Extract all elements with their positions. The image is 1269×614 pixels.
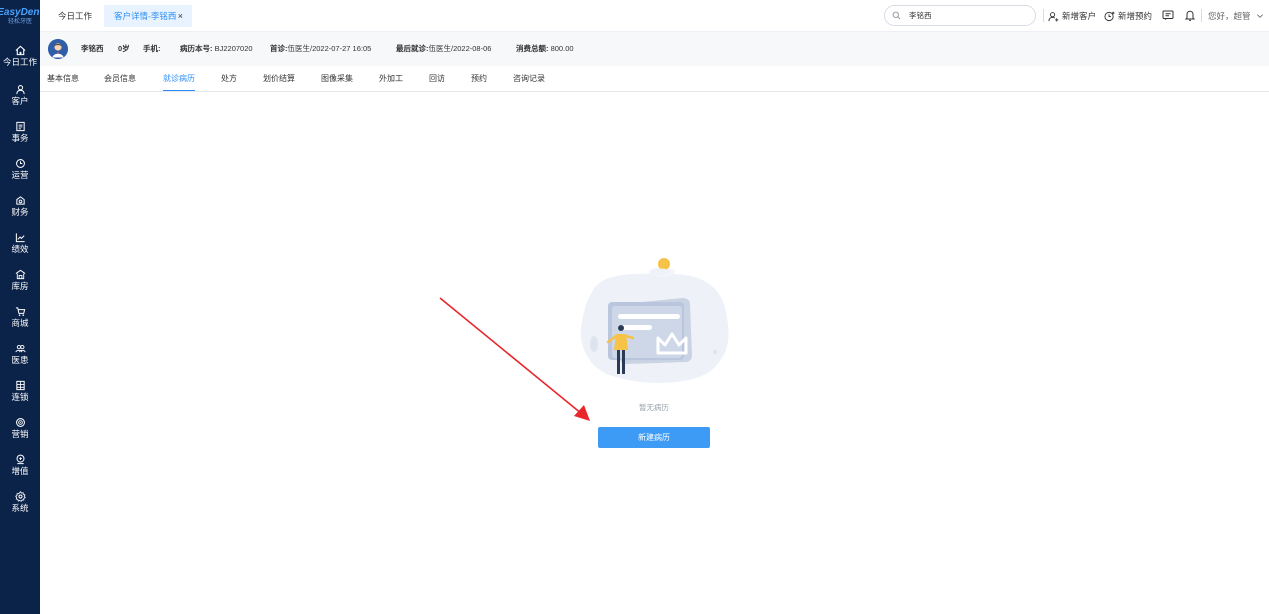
tab-member-info[interactable]: 会员信息 [104,66,136,92]
new-record-button[interactable]: 新建病历 [598,427,710,448]
sidebar-item-mall[interactable]: 商城 [0,304,40,338]
tab-prescription[interactable]: 处方 [221,66,237,92]
brand-subtitle: 轻松牙医 [7,18,32,25]
patient-avatar-icon [48,39,68,59]
patient-phone: 手机: [143,44,161,53]
sidebar-item-doctor-patient[interactable]: 医患 [0,341,40,375]
chain-icon [15,380,25,391]
sidebar-item-label: 商城 [11,318,29,328]
warehouse-icon [15,269,25,280]
tab-consultation[interactable]: 咨询记录 [513,66,545,92]
tab-follow-up[interactable]: 回访 [429,66,445,92]
patient-total-spend: 消费总额: 800.00 [516,44,574,53]
add-appointment-label: 新增预约 [1118,11,1153,21]
task-icon [15,121,25,132]
divider [1043,9,1044,22]
tab-billing[interactable]: 划价结算 [263,66,295,92]
search-icon [892,11,901,20]
record-tabs: 基本信息 会员信息 就诊病历 处方 划价结算 图像采集 外加工 回访 预约 咨询… [40,66,1269,92]
sidebar-item-label: 营销 [11,429,29,439]
bell-icon[interactable] [1184,9,1196,22]
avatar [48,39,68,59]
finance-icon [15,196,25,205]
sidebar-item-label: 绩效 [11,244,29,254]
add-customer-button[interactable]: 新增客户 [1048,9,1096,23]
tab-customer-detail-label: 客户详情-李铭西 [114,11,177,21]
sidebar-item-system[interactable]: 系统 [0,489,40,523]
cart-icon [15,307,25,316]
sidebar: EasyDent 轻松牙医 今日工作 客户 事务 运营 财务 绩效 库房 商城 … [0,0,43,614]
add-customer-label: 新增客户 [1062,11,1097,21]
sidebar-item-chain[interactable]: 连锁 [0,378,40,412]
brand-name: EasyDent [0,6,43,18]
message-icon[interactable] [1162,9,1174,22]
value-added-icon [16,454,24,465]
sidebar-item-performance[interactable]: 绩效 [0,230,40,264]
user-icon [15,85,25,95]
marketing-icon [15,418,25,427]
add-appointment-icon [1104,11,1115,21]
user-menu[interactable]: 您好，超管 [1208,9,1267,23]
sidebar-item-today[interactable]: 今日工作 [0,43,40,77]
tab-today-work[interactable]: 今日工作 [48,5,102,27]
tab-image-capture[interactable]: 图像采集 [321,66,353,92]
tab-appointment[interactable]: 预约 [471,66,487,92]
tab-visit-records[interactable]: 就诊病历 [163,66,195,92]
add-user-icon [1048,11,1059,22]
sidebar-item-label: 运营 [11,170,29,180]
patient-record-no: 病历本号: BJ2207020 [180,44,253,53]
add-appointment-button[interactable]: 新增预约 [1104,9,1152,23]
greeting-label: 您好，超管 [1208,11,1251,21]
sidebar-item-label: 连锁 [11,392,29,402]
brand-logo[interactable]: EasyDent 轻松牙医 [0,0,43,32]
patient-age: 0岁 [118,44,130,53]
chart-icon [15,233,25,243]
sidebar-item-customer[interactable]: 客户 [0,82,40,116]
global-search [884,5,1036,26]
annotation-arrow [439,297,590,421]
sidebar-item-label: 事务 [11,133,29,143]
search-input[interactable] [909,11,1019,20]
top-bar: 今日工作 客户详情-李铭西 × 新增客户 新增预约 您好，超管 [40,0,1269,32]
sidebar-item-label: 财务 [11,207,29,217]
users-icon [14,345,26,353]
chevron-down-icon [1256,14,1263,18]
clock-icon [15,159,25,168]
sidebar-item-value-added[interactable]: 增值 [0,452,40,486]
gear-icon [14,491,26,502]
sidebar-item-operations[interactable]: 运营 [0,156,40,190]
empty-state-message: 暂无病历 [639,403,669,412]
tab-customer-detail[interactable]: 客户详情-李铭西 × [104,5,192,27]
patient-name: 李铭西 [81,44,104,53]
sidebar-item-affairs[interactable]: 事务 [0,119,40,153]
patient-last-visit: 最后就诊:伍医生/2022-08-06 [396,44,492,53]
home-icon [15,45,25,56]
sidebar-item-warehouse[interactable]: 库房 [0,267,40,301]
patient-info-bar: 李铭西 0岁 手机: 病历本号: BJ2207020 首诊:伍医生/2022-0… [40,32,1269,66]
sidebar-item-marketing[interactable]: 营销 [0,415,40,449]
sidebar-item-label: 库房 [11,281,29,291]
tab-basic-info[interactable]: 基本信息 [47,66,79,92]
sidebar-item-label: 增值 [11,466,29,476]
sidebar-item-label: 今日工作 [2,57,37,67]
close-icon[interactable]: × [178,5,183,27]
patient-first-visit: 首诊:伍医生/2022-07-27 16:05 [270,44,372,53]
sidebar-item-finance[interactable]: 财务 [0,193,40,227]
divider [1201,9,1202,22]
tab-outsourcing[interactable]: 外加工 [379,66,403,92]
sidebar-item-label: 客户 [11,96,29,106]
sidebar-item-label: 系统 [11,503,29,513]
sidebar-item-label: 医患 [11,355,29,365]
